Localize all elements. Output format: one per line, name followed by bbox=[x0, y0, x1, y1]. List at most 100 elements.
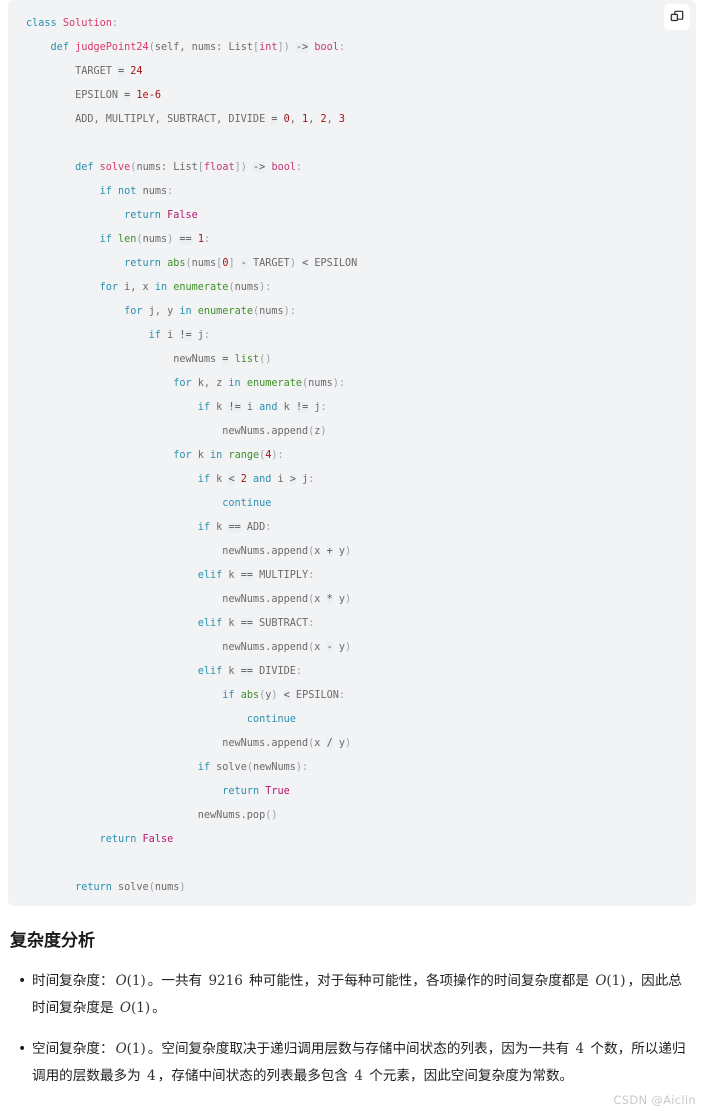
math-complexity: O(1) bbox=[115, 973, 146, 989]
code-token: ) bbox=[271, 810, 278, 821]
code-token: nums bbox=[191, 258, 217, 269]
copy-code-button[interactable] bbox=[664, 4, 690, 30]
code-token: enumerate bbox=[197, 306, 253, 317]
code-token: ) bbox=[265, 354, 272, 365]
code-token: k bbox=[228, 666, 241, 677]
complexity-analysis-section: 复杂度分析 时间复杂度：O(1)。一共有 9216 种可能性，对于每种可能性，各… bbox=[0, 928, 704, 1090]
code-line: for k, z in enumerate(nums): bbox=[26, 372, 696, 396]
code-token: x bbox=[314, 594, 327, 605]
code-token: : bbox=[265, 522, 272, 533]
code-token: in bbox=[179, 306, 198, 317]
code-token: self, nums: List bbox=[154, 42, 253, 53]
code-token: solve bbox=[118, 882, 149, 893]
code-token: 1e-6 bbox=[136, 90, 161, 101]
code-token: ) bbox=[179, 882, 186, 893]
code-token: != bbox=[179, 330, 192, 341]
code-line: if i != j: bbox=[26, 324, 696, 348]
code-token: nums bbox=[234, 282, 260, 293]
code-token: if bbox=[197, 402, 217, 413]
code-token: : bbox=[111, 18, 119, 29]
code-token: nums bbox=[259, 306, 284, 317]
code-line: TARGET = 24 bbox=[26, 60, 696, 84]
code-token: judgePoint24 bbox=[75, 42, 149, 53]
code-line: def judgePoint24(self, nums: List[int]) … bbox=[26, 36, 696, 60]
code-token: int bbox=[259, 42, 278, 53]
code-token: : bbox=[277, 450, 284, 461]
code-token: : bbox=[338, 42, 346, 53]
code-token: : bbox=[338, 690, 346, 701]
math-number: 4 bbox=[575, 1041, 585, 1057]
code-token: list bbox=[234, 354, 260, 365]
page-root: class Solution: def judgePoint24(self, n… bbox=[0, 0, 704, 1111]
code-token: in bbox=[154, 282, 174, 293]
complexity-list: 时间复杂度：O(1)。一共有 9216 种可能性，对于每种可能性，各项操作的时间… bbox=[6, 968, 698, 1090]
code-token: ) bbox=[344, 594, 352, 605]
code-token: , bbox=[289, 114, 303, 125]
code-token: == bbox=[228, 522, 241, 533]
code-token: x bbox=[314, 738, 327, 749]
code-line: newNums.append(z) bbox=[26, 420, 696, 444]
code-token: for bbox=[173, 378, 198, 389]
code-line: if k == ADD: bbox=[26, 516, 696, 540]
code-token: def bbox=[75, 162, 100, 173]
code-token: continue bbox=[246, 714, 296, 725]
list-item-text: 。 bbox=[152, 1000, 166, 1016]
code-token: DIVIDE bbox=[252, 666, 296, 677]
code-token: == bbox=[240, 618, 253, 629]
code-token: k bbox=[216, 474, 229, 485]
code-token: y bbox=[332, 546, 345, 557]
code-token: -> bbox=[295, 42, 309, 53]
code-token: solve bbox=[99, 162, 131, 173]
code-token: nums bbox=[142, 234, 168, 245]
code-token: x bbox=[314, 642, 327, 653]
code-line: ADD, MULTIPLY, SUBTRACT, DIVIDE = 0, 1, … bbox=[26, 108, 696, 132]
code-token: return bbox=[75, 882, 119, 893]
code-line: for k in range(4): bbox=[26, 444, 696, 468]
code-token: len bbox=[118, 234, 137, 245]
code-token: j bbox=[295, 474, 309, 485]
code-token: j, y bbox=[148, 306, 180, 317]
code-token: abs bbox=[167, 258, 186, 269]
code-listing[interactable]: class Solution: def judgePoint24(self, n… bbox=[8, 4, 696, 900]
code-token: nums bbox=[308, 378, 333, 389]
code-token: False bbox=[167, 210, 198, 221]
code-token: elif bbox=[197, 666, 229, 677]
code-token: k bbox=[228, 618, 241, 629]
page-title: 复杂度分析 bbox=[10, 931, 95, 951]
code-token: not bbox=[118, 186, 143, 197]
code-token: 24 bbox=[130, 66, 143, 77]
code-token: return bbox=[124, 258, 168, 269]
code-token: solve bbox=[216, 762, 247, 773]
list-item-text: 种可能性，对于每种可能性，各项操作的时间复杂度都是 bbox=[244, 973, 594, 989]
code-token: newNums.append bbox=[26, 738, 309, 749]
code-line: if len(nums) == 1: bbox=[26, 228, 696, 252]
code-token: : bbox=[295, 666, 303, 677]
code-token: y bbox=[332, 594, 345, 605]
code-token: == bbox=[240, 666, 253, 677]
code-line: return True bbox=[26, 780, 696, 804]
code-token: TARGET bbox=[246, 258, 290, 269]
code-token: : bbox=[289, 306, 296, 317]
code-token: x bbox=[314, 546, 327, 557]
code-token: : bbox=[167, 186, 174, 197]
code-token: -> bbox=[253, 162, 266, 173]
code-line: return False bbox=[26, 828, 696, 852]
code-line: if k != i and k != j: bbox=[26, 396, 696, 420]
code-line: if not nums: bbox=[26, 180, 696, 204]
code-line: def solve(nums: List[float]) -> bool: bbox=[26, 156, 696, 180]
code-line: newNums.append(x * y) bbox=[26, 588, 696, 612]
code-token: False bbox=[142, 834, 174, 845]
code-token: k bbox=[228, 570, 241, 581]
code-line: elif k == SUBTRACT: bbox=[26, 612, 696, 636]
code-token: if bbox=[148, 330, 168, 341]
